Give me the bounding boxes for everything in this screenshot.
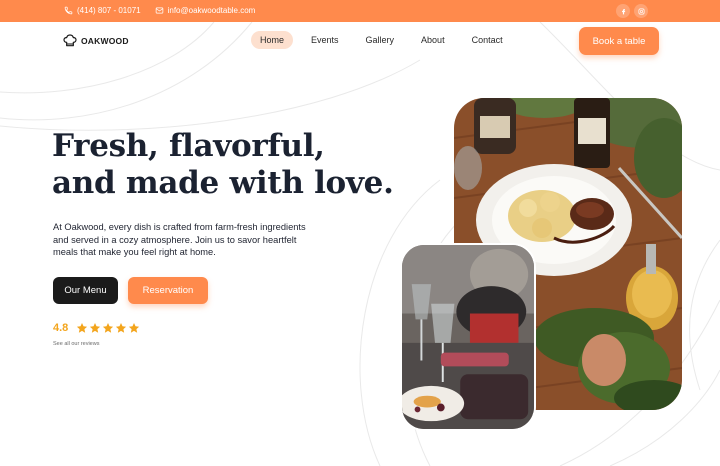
reservation-button[interactable]: Reservation	[128, 277, 208, 304]
hero-title-line2: and made with love.	[52, 165, 394, 201]
top-bar: (414) 807 - 01071 info@oakwoodtable.com	[0, 0, 720, 22]
mail-icon	[155, 7, 163, 14]
brand-name: OAKWOOD	[81, 36, 129, 46]
instagram-icon	[638, 8, 644, 14]
rating: 4.8	[53, 322, 141, 334]
star-icon	[77, 323, 88, 333]
nav-contact[interactable]: Contact	[463, 31, 512, 49]
main-nav: Home Events Gallery About Contact	[251, 31, 521, 49]
contact-info: (414) 807 - 01071 info@oakwoodtable.com	[64, 6, 269, 15]
chef-hat-icon	[63, 34, 77, 47]
phone-icon	[64, 6, 73, 15]
phone-number: (414) 807 - 01071	[77, 6, 141, 15]
star-icon	[129, 323, 140, 333]
nav-home[interactable]: Home	[251, 31, 294, 49]
restaurant-interior-photo	[400, 243, 536, 431]
rating-stars	[76, 322, 141, 334]
social-links	[612, 4, 648, 18]
facebook-link[interactable]	[616, 4, 630, 18]
rating-value: 4.8	[53, 322, 69, 334]
instagram-link[interactable]	[634, 4, 648, 18]
star-icon	[90, 323, 101, 333]
nav-about[interactable]: About	[412, 31, 454, 49]
facebook-icon	[621, 8, 625, 14]
nav-gallery[interactable]: Gallery	[357, 31, 404, 49]
hero-description: At Oakwood, every dish is crafted from f…	[53, 222, 306, 258]
table-setting-illustration	[402, 245, 534, 429]
book-table-button[interactable]: Book a table	[579, 27, 659, 55]
star-icon	[116, 323, 127, 333]
navbar: OAKWOOD Home Events Gallery About Contac…	[0, 22, 720, 62]
email-address: info@oakwoodtable.com	[167, 6, 256, 15]
brand-logo[interactable]: OAKWOOD	[62, 33, 129, 49]
email-contact[interactable]: info@oakwoodtable.com	[155, 6, 256, 15]
nav-events[interactable]: Events	[302, 31, 348, 49]
see-reviews-link[interactable]: See all our reviews	[53, 341, 99, 347]
hero-title-line1: Fresh, flavorful,	[52, 128, 325, 164]
our-menu-button[interactable]: Our Menu	[53, 277, 118, 304]
phone-contact[interactable]: (414) 807 - 01071	[64, 6, 141, 15]
star-icon	[103, 323, 114, 333]
hero-title: Fresh, flavorful, and made with love.	[52, 128, 394, 202]
